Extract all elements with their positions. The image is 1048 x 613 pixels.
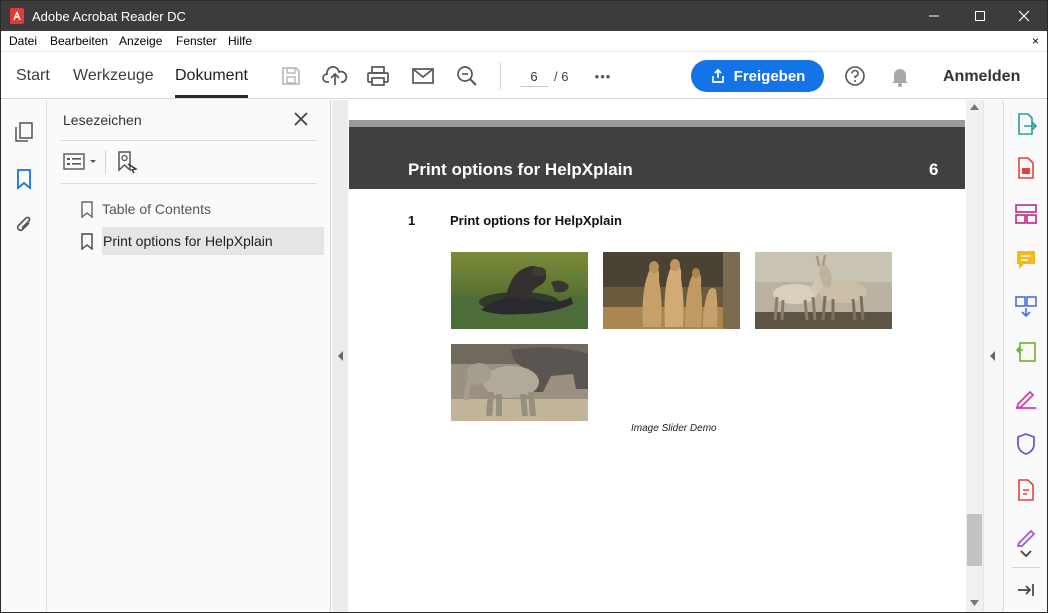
share-icon: [711, 68, 724, 83]
meerkats-photo: [603, 252, 740, 329]
toolbar-separator: [500, 63, 501, 89]
menu-bar: Datei Bearbeiten Anzeige Fenster Hilfe ×: [1, 31, 1047, 52]
bookmark-icon: [81, 201, 93, 218]
menu-hilfe[interactable]: Hilfe: [228, 34, 252, 48]
scroll-down-icon[interactable]: [970, 600, 979, 606]
tools-collapse-strip[interactable]: [983, 100, 1003, 612]
document-scrollbar[interactable]: [966, 100, 983, 612]
create-pdf-icon[interactable]: [1014, 156, 1038, 180]
sea-lions-photo: [451, 252, 588, 329]
bookmark-options-dropdown[interactable]: [63, 152, 101, 172]
page-header-band: Print options for HelpXplain 6: [349, 127, 965, 189]
tab-dokument[interactable]: Dokument: [175, 67, 248, 85]
menu-fenster[interactable]: Fenster: [176, 34, 217, 48]
active-tab-indicator: [175, 95, 248, 98]
panel-divider: [61, 140, 317, 141]
tools-rail-separator: [1012, 567, 1040, 568]
panel-toolbar-separator: [105, 150, 106, 174]
print-icon[interactable]: [365, 64, 391, 88]
window-title: Adobe Acrobat Reader DC: [32, 9, 186, 24]
acrobat-window: Adobe Acrobat Reader DC Datei Bearbeiten…: [0, 0, 1048, 613]
bookmark-icon: [81, 233, 93, 250]
section-number: 1: [408, 213, 416, 228]
bookmarks-panel: Lesezeichen Table of Contents Print opti…: [47, 100, 331, 612]
fill-sign-icon[interactable]: [1014, 386, 1038, 410]
toolbar: Start Werkzeuge Dokument / 6 ••• Freigeb…: [1, 53, 1047, 99]
export-pdf-icon[interactable]: [1014, 112, 1038, 136]
title-bar: Adobe Acrobat Reader DC: [1, 1, 1047, 31]
pdf-tools-icon[interactable]: [1014, 478, 1038, 502]
tools-rail: [1003, 100, 1047, 612]
menu-anzeige[interactable]: Anzeige: [119, 34, 162, 48]
menu-bearbeiten[interactable]: Bearbeiten: [50, 34, 108, 48]
panel-divider: [61, 183, 317, 184]
bookmarks-panel-title: Lesezeichen: [63, 112, 142, 128]
page-total: / 6: [554, 69, 569, 84]
organize-pages-icon[interactable]: [1014, 202, 1038, 226]
compress-icon[interactable]: [1014, 340, 1038, 364]
combine-files-icon[interactable]: [1014, 294, 1038, 318]
bell-icon[interactable]: [887, 64, 913, 88]
elephants-photo: [451, 344, 588, 421]
collapse-panel-icon[interactable]: [1014, 578, 1038, 602]
minimize-button[interactable]: [911, 1, 957, 31]
upload-cloud-icon[interactable]: [322, 64, 348, 88]
page-thumbnails-icon[interactable]: [12, 120, 36, 144]
share-label: Freigeben: [733, 67, 806, 85]
help-icon[interactable]: [842, 64, 868, 88]
menu-datei[interactable]: Datei: [9, 34, 37, 48]
page-header-title: Print options for HelpXplain: [408, 160, 633, 179]
image-caption: Image Slider Demo: [631, 423, 717, 434]
attachments-icon[interactable]: [12, 213, 36, 237]
save-icon[interactable]: [278, 64, 304, 88]
signin-button[interactable]: Anmelden: [943, 68, 1020, 86]
tab-werkzeuge[interactable]: Werkzeuge: [73, 67, 154, 85]
share-button[interactable]: Freigeben: [691, 60, 824, 92]
close-document-button[interactable]: ×: [1032, 34, 1039, 48]
bookmarks-icon[interactable]: [12, 167, 36, 191]
tab-start[interactable]: Start: [16, 67, 50, 85]
section-title: Print options for HelpXplain: [450, 213, 622, 228]
maximize-button[interactable]: [957, 1, 1003, 31]
close-panel-icon[interactable]: [291, 109, 311, 129]
page-header-number: 6: [929, 160, 939, 179]
zoom-icon[interactable]: [454, 64, 480, 88]
expand-down-icon[interactable]: [1014, 542, 1038, 566]
page-number-input[interactable]: [520, 67, 548, 87]
scroll-up-icon[interactable]: [970, 104, 979, 110]
left-navigation-rail: [1, 100, 47, 612]
bookmark-item-print-options[interactable]: Print options for HelpXplain: [77, 227, 325, 255]
bookmark-label: Print options for HelpXplain: [103, 233, 273, 249]
protect-icon[interactable]: [1014, 432, 1038, 456]
mail-icon[interactable]: [410, 64, 436, 88]
bookmark-item-toc[interactable]: Table of Contents: [77, 195, 325, 223]
more-icon[interactable]: •••: [590, 64, 616, 88]
scrollbar-thumb[interactable]: [967, 514, 982, 566]
panel-collapse-strip[interactable]: [332, 100, 348, 612]
comment-icon[interactable]: [1014, 248, 1038, 272]
page-top-rule: [349, 120, 965, 127]
close-window-button[interactable]: [1001, 1, 1047, 31]
donkeys-photo: [755, 252, 892, 329]
collapse-right-icon[interactable]: [989, 350, 996, 362]
document-view: Print options for HelpXplain 6 1 Print o…: [348, 100, 966, 612]
bookmark-label: Table of Contents: [102, 201, 211, 217]
acrobat-logo-icon: [10, 8, 24, 24]
collapse-left-icon[interactable]: [337, 350, 344, 362]
new-bookmark-icon[interactable]: [115, 150, 139, 174]
